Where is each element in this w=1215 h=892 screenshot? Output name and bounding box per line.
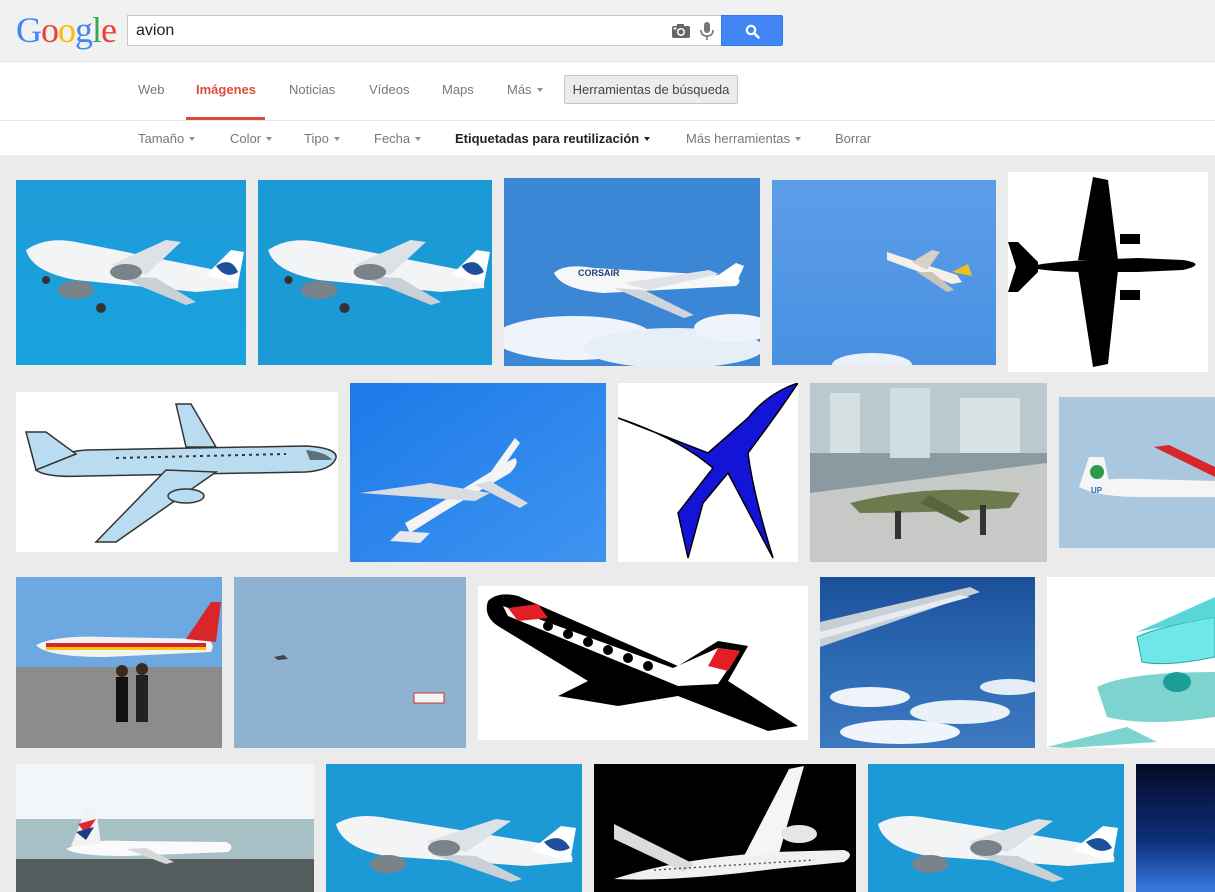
tool-usage-rights-label: Etiquetadas para reutilización xyxy=(455,131,640,146)
image-result[interactable] xyxy=(16,764,314,892)
image-result[interactable] xyxy=(326,764,582,892)
search-tools-bar: Tamaño Color Tipo Fecha Etiquetadas para… xyxy=(0,121,1215,156)
active-tab-indicator xyxy=(186,117,265,120)
magnifier-icon xyxy=(745,24,760,39)
search-box xyxy=(127,15,721,46)
chevron-down-icon xyxy=(536,87,543,92)
tool-more-tools[interactable]: Más herramientas xyxy=(686,131,802,146)
image-result[interactable] xyxy=(868,764,1124,892)
tab-more-label: Más xyxy=(507,82,532,97)
tab-news[interactable]: Noticias xyxy=(289,82,335,97)
image-result[interactable] xyxy=(810,383,1047,562)
tab-maps[interactable]: Maps xyxy=(442,82,474,97)
tool-usage-rights[interactable]: Etiquetadas para reutilización xyxy=(455,131,651,146)
image-result[interactable] xyxy=(594,764,856,892)
microphone-icon[interactable] xyxy=(699,21,715,42)
image-result[interactable] xyxy=(1136,764,1215,892)
image-result[interactable] xyxy=(16,577,222,748)
svg-text:CORSAIR: CORSAIR xyxy=(578,268,620,278)
image-result[interactable] xyxy=(16,180,246,365)
tool-type-label: Tipo xyxy=(304,131,329,146)
chevron-down-icon xyxy=(266,136,273,141)
image-result[interactable] xyxy=(234,577,466,748)
svg-text:UP: UP xyxy=(1091,486,1103,495)
image-results-grid: CORSAIR UP xyxy=(0,156,1215,892)
tool-clear[interactable]: Borrar xyxy=(835,131,871,146)
tool-more-tools-label: Más herramientas xyxy=(686,131,791,146)
image-result[interactable]: UP xyxy=(1059,397,1215,548)
search-input[interactable] xyxy=(136,20,656,42)
image-result[interactable] xyxy=(820,577,1035,748)
tab-videos[interactable]: Vídeos xyxy=(369,82,409,97)
image-result[interactable] xyxy=(258,180,492,365)
tool-color-label: Color xyxy=(230,131,262,146)
chevron-down-icon xyxy=(415,136,422,141)
image-result[interactable] xyxy=(350,383,606,562)
search-tools-button[interactable]: Herramientas de búsqueda xyxy=(564,75,738,104)
chevron-down-icon xyxy=(644,136,651,141)
image-result[interactable] xyxy=(772,180,996,365)
image-result[interactable] xyxy=(478,586,808,740)
tool-size[interactable]: Tamaño xyxy=(138,131,196,146)
tab-images[interactable]: Imágenes xyxy=(196,82,256,97)
tool-type[interactable]: Tipo xyxy=(304,131,340,146)
image-result[interactable] xyxy=(1047,577,1215,748)
tool-color[interactable]: Color xyxy=(230,131,273,146)
tool-size-label: Tamaño xyxy=(138,131,185,146)
image-result[interactable]: CORSAIR xyxy=(504,178,760,366)
chevron-down-icon xyxy=(795,136,802,141)
image-result[interactable] xyxy=(1008,172,1208,372)
tab-web[interactable]: Web xyxy=(138,82,165,97)
google-logo[interactable]: Google xyxy=(16,12,117,48)
search-button[interactable] xyxy=(721,15,783,46)
tool-date[interactable]: Fecha xyxy=(374,131,422,146)
tab-more[interactable]: Más xyxy=(507,82,543,97)
chevron-down-icon xyxy=(333,136,340,141)
top-bar: Google xyxy=(0,0,1215,62)
search-type-tabs: Web Imágenes Noticias Vídeos Maps Más He… xyxy=(0,62,1215,121)
image-result[interactable] xyxy=(16,392,338,552)
camera-icon[interactable] xyxy=(671,23,691,39)
image-result[interactable] xyxy=(618,383,798,562)
tool-date-label: Fecha xyxy=(374,131,411,146)
chevron-down-icon xyxy=(189,136,196,141)
